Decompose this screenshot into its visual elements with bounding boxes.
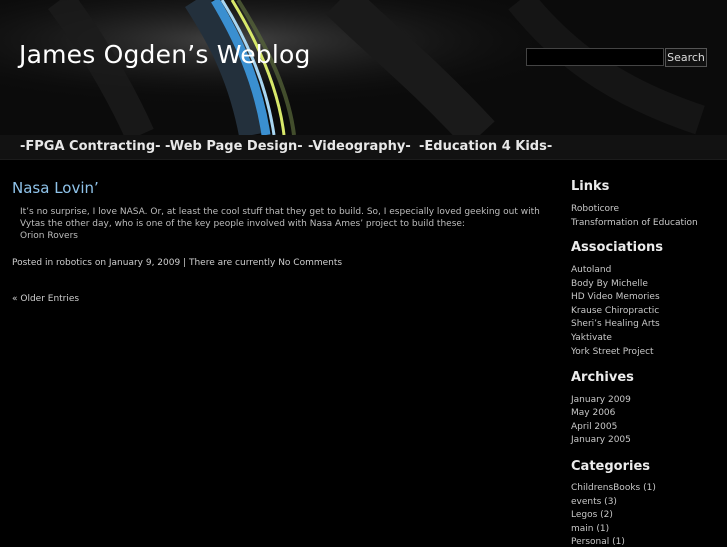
sidebar-heading-links: Links bbox=[571, 179, 610, 194]
sidebar-link-krause-chiropractic[interactable]: Krause Chiropractic bbox=[571, 306, 659, 316]
sidebar-category-main[interactable]: main (1) bbox=[571, 524, 609, 534]
nav-item-web-page-design[interactable]: -Web Page Design- bbox=[165, 139, 303, 154]
sidebar-link-autoland[interactable]: Autoland bbox=[571, 265, 611, 275]
post-body-text-line: It’s no surprise, I love NASA. Or, at le… bbox=[20, 207, 540, 217]
post-body-text-line: Vytas the other day, who is one of the k… bbox=[20, 219, 465, 229]
post-body: It’s no surprise, I love NASA. Or, at le… bbox=[20, 206, 560, 242]
sidebar-archive-january-2005[interactable]: January 2005 bbox=[571, 435, 631, 445]
sidebar-link-transformation-of-education[interactable]: Transformation of Education bbox=[571, 218, 698, 228]
nav-item-fpga-contracting[interactable]: -FPGA Contracting- bbox=[20, 139, 161, 154]
nav-item-education-4-kids[interactable]: -Education 4 Kids- bbox=[419, 139, 552, 154]
sidebar-archive-april-2005[interactable]: April 2005 bbox=[571, 422, 617, 432]
sidebar-link-yaktivate[interactable]: Yaktivate bbox=[571, 333, 612, 343]
older-entries-link[interactable]: « Older Entries bbox=[12, 294, 79, 304]
sidebar-category-personal[interactable]: Personal (1) bbox=[571, 537, 625, 547]
post-meta-prefix: Posted in bbox=[12, 258, 54, 268]
sidebar-link-roboticore[interactable]: Roboticore bbox=[571, 204, 619, 214]
nav-item-videography[interactable]: -Videography- bbox=[308, 139, 411, 154]
main-navigation: -FPGA Contracting- -Web Page Design- -Vi… bbox=[0, 135, 727, 160]
post-comments-link[interactable]: There are currently No Comments bbox=[189, 258, 342, 268]
sidebar-category-childrensbooks[interactable]: ChildrensBooks (1) bbox=[571, 483, 656, 493]
sidebar-heading-categories: Categories bbox=[571, 459, 651, 474]
header-banner: James Ogden’s Weblog Search bbox=[0, 0, 727, 135]
post-category-link[interactable]: robotics bbox=[56, 258, 92, 268]
sidebar-archive-may-2006[interactable]: May 2006 bbox=[571, 408, 615, 418]
sidebar-category-events[interactable]: events (3) bbox=[571, 497, 617, 507]
sidebar-category-legos[interactable]: Legos (2) bbox=[571, 510, 613, 520]
sidebar-archive-january-2009[interactable]: January 2009 bbox=[571, 395, 631, 405]
search-button[interactable]: Search bbox=[665, 48, 707, 67]
post-title[interactable]: Nasa Lovin’ bbox=[12, 179, 99, 197]
post-meta: Posted in robotics on January 9, 2009 | … bbox=[12, 258, 342, 268]
post-date: on January 9, 2009 | bbox=[94, 258, 187, 268]
sidebar-link-sheris-healing-arts[interactable]: Sheri’s Healing Arts bbox=[571, 319, 660, 329]
sidebar-heading-associations: Associations bbox=[571, 240, 663, 255]
sidebar-link-body-by-michelle[interactable]: Body By Michelle bbox=[571, 279, 648, 289]
orion-rovers-link[interactable]: Orion Rovers bbox=[20, 230, 560, 242]
sidebar-link-york-street-project[interactable]: York Street Project bbox=[571, 347, 654, 357]
search-input[interactable] bbox=[526, 48, 664, 66]
blog-title[interactable]: James Ogden’s Weblog bbox=[19, 40, 311, 69]
sidebar-heading-archives: Archives bbox=[571, 370, 634, 385]
sidebar-link-hd-video-memories[interactable]: HD Video Memories bbox=[571, 292, 660, 302]
